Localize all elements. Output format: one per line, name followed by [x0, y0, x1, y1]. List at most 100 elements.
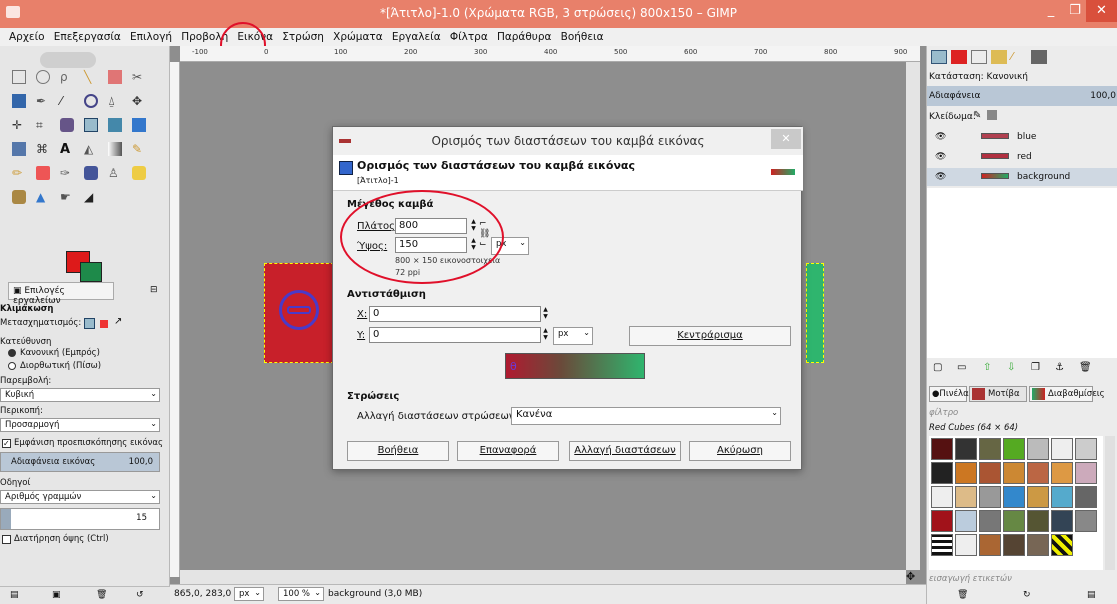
resize-layers-select[interactable]: Κανένα ⌄: [511, 407, 781, 425]
bucket-fill-icon[interactable]: ◭: [84, 142, 98, 156]
pattern-swatch[interactable]: [1075, 510, 1097, 532]
close-icon[interactable]: ✕: [771, 129, 801, 149]
cancel-button[interactable]: Ακύρωση: [689, 441, 791, 461]
image-opacity-slider[interactable]: Αδιαφάνεια εικόνας 100,0: [0, 452, 160, 472]
paths-icon[interactable]: ✒: [36, 94, 50, 108]
clipping-select[interactable]: Προσαρμογή ⌄: [0, 418, 160, 432]
open-pattern-icon[interactable]: ▤: [1087, 590, 1096, 600]
offset-unit-select[interactable]: px ⌄: [553, 327, 593, 345]
blend-icon[interactable]: [108, 142, 122, 156]
eye-icon[interactable]: 👁: [935, 132, 946, 142]
pattern-swatch[interactable]: [1051, 534, 1073, 556]
transform-layer-icon[interactable]: [84, 318, 95, 329]
pattern-swatch[interactable]: [955, 486, 977, 508]
color-picker-icon[interactable]: ⁄: [60, 94, 74, 108]
pattern-swatch[interactable]: [979, 486, 1001, 508]
preview-checkbox[interactable]: ✓: [2, 439, 11, 448]
pattern-swatch[interactable]: [1027, 534, 1049, 556]
reset-button[interactable]: Επαναφορά: [457, 441, 559, 461]
pattern-filter-input[interactable]: φίλτρο: [929, 408, 1115, 420]
panel-menu-icon[interactable]: ⊟: [150, 285, 158, 295]
free-select-icon[interactable]: ρ: [60, 70, 74, 84]
duplicate-layer-icon[interactable]: ❐: [1031, 362, 1040, 373]
dodge-burn-icon[interactable]: ◢: [84, 190, 98, 204]
shear-icon[interactable]: [108, 118, 122, 132]
tags-input[interactable]: εισαγωγή ετικετών: [929, 574, 1115, 586]
eye-icon[interactable]: 👁: [935, 172, 946, 182]
lower-layer-icon[interactable]: ⇩: [1007, 362, 1015, 373]
background-color-swatch[interactable]: [80, 262, 102, 282]
delete-options-icon[interactable]: 🗑: [96, 590, 107, 600]
pattern-swatch[interactable]: [1027, 438, 1049, 460]
lock-pixels-icon[interactable]: ✎: [973, 110, 981, 121]
transform-path-icon[interactable]: ↗: [114, 316, 122, 327]
ink-icon[interactable]: [84, 166, 98, 180]
layer-row-red[interactable]: 👁 red: [927, 148, 1117, 166]
patterns-scrollbar[interactable]: [1105, 436, 1115, 570]
lock-alpha-icon[interactable]: [987, 110, 997, 120]
pattern-swatch[interactable]: [1075, 462, 1097, 484]
radio-normal[interactable]: [8, 349, 16, 357]
new-layer-icon[interactable]: ▢: [933, 362, 942, 373]
layer-mode-label[interactable]: Κατάσταση: Κανονική: [929, 72, 1028, 82]
menu-file[interactable]: Αρχείο: [6, 28, 48, 46]
tab-patterns[interactable]: Μοτίβα: [969, 386, 1027, 402]
pattern-swatch[interactable]: [931, 510, 953, 532]
pattern-swatch[interactable]: [955, 438, 977, 460]
restore-options-icon[interactable]: ▣: [52, 590, 61, 600]
pattern-swatch[interactable]: [1027, 462, 1049, 484]
horizontal-scrollbar[interactable]: [180, 570, 906, 584]
guides-count-spinner[interactable]: 15: [0, 508, 160, 530]
scissors-icon[interactable]: ✂: [132, 70, 146, 84]
tab-gradients[interactable]: Διαβαθμίσεις: [1029, 386, 1105, 402]
smudge-icon[interactable]: ☛: [60, 190, 74, 204]
measure-icon[interactable]: ⍙: [108, 94, 122, 108]
rotate-icon[interactable]: [60, 118, 74, 132]
y-offset-input[interactable]: 0: [369, 327, 541, 343]
pattern-swatch[interactable]: [955, 462, 977, 484]
clone-icon[interactable]: ♙: [108, 166, 122, 180]
vertical-scrollbar[interactable]: [906, 62, 920, 570]
menu-tools[interactable]: Εργαλεία: [389, 28, 444, 46]
pattern-swatch[interactable]: [1051, 462, 1073, 484]
eraser-icon[interactable]: [36, 166, 50, 180]
tab-brushes[interactable]: ●Πινέλα: [929, 386, 969, 402]
pattern-swatch[interactable]: [979, 462, 1001, 484]
fuzzy-select-icon[interactable]: ╲: [84, 70, 98, 84]
tab-tool-options[interactable]: ▣ Επιλογές εργαλείων: [8, 282, 114, 306]
pattern-swatch[interactable]: [1003, 534, 1025, 556]
pattern-swatch[interactable]: [1003, 438, 1025, 460]
scale-icon[interactable]: [84, 118, 98, 132]
pattern-swatch[interactable]: [1003, 486, 1025, 508]
resize-button[interactable]: Αλλαγή διαστάσεων: [569, 441, 681, 461]
zoom-select[interactable]: 100 % ⌄: [278, 587, 324, 601]
pattern-swatch[interactable]: [1075, 438, 1097, 460]
offset-preview[interactable]: θ: [505, 353, 645, 379]
airbrush-icon[interactable]: ✑: [60, 166, 74, 180]
radio-corrective[interactable]: [8, 362, 16, 370]
layer-row-background[interactable]: 👁 background: [927, 168, 1117, 186]
menu-select[interactable]: Επιλογή: [127, 28, 175, 46]
transform-selection-icon[interactable]: [100, 320, 108, 328]
perspective-clone-icon[interactable]: [12, 190, 26, 204]
x-offset-input[interactable]: 0: [369, 306, 541, 322]
save-options-icon[interactable]: ▤: [10, 590, 19, 600]
dock-tab-channels-icon[interactable]: [951, 50, 967, 64]
pattern-swatch[interactable]: [931, 462, 953, 484]
layer-row-blue[interactable]: 👁 blue: [927, 128, 1117, 146]
paintbrush-icon[interactable]: ✏: [12, 166, 26, 180]
delete-pattern-icon[interactable]: 🗑: [957, 590, 968, 600]
pencil-icon[interactable]: ✎: [132, 142, 146, 156]
dock-tab-brush-icon[interactable]: ⁄: [1011, 50, 1027, 64]
raise-layer-icon[interactable]: ⇧: [983, 362, 991, 373]
anchor-layer-icon[interactable]: ⚓: [1055, 362, 1064, 373]
help-button[interactable]: Βοήθεια: [347, 441, 449, 461]
menu-colors[interactable]: Χρώματα: [330, 28, 386, 46]
rect-select-icon[interactable]: [12, 70, 26, 84]
pattern-swatch[interactable]: [1003, 510, 1025, 532]
crop-icon[interactable]: ⌗: [36, 118, 50, 132]
cage-icon[interactable]: ⌘: [36, 142, 50, 156]
interpolation-select[interactable]: Κυβική ⌄: [0, 388, 160, 402]
zoom-icon[interactable]: [84, 94, 98, 108]
pattern-swatch[interactable]: [1051, 486, 1073, 508]
